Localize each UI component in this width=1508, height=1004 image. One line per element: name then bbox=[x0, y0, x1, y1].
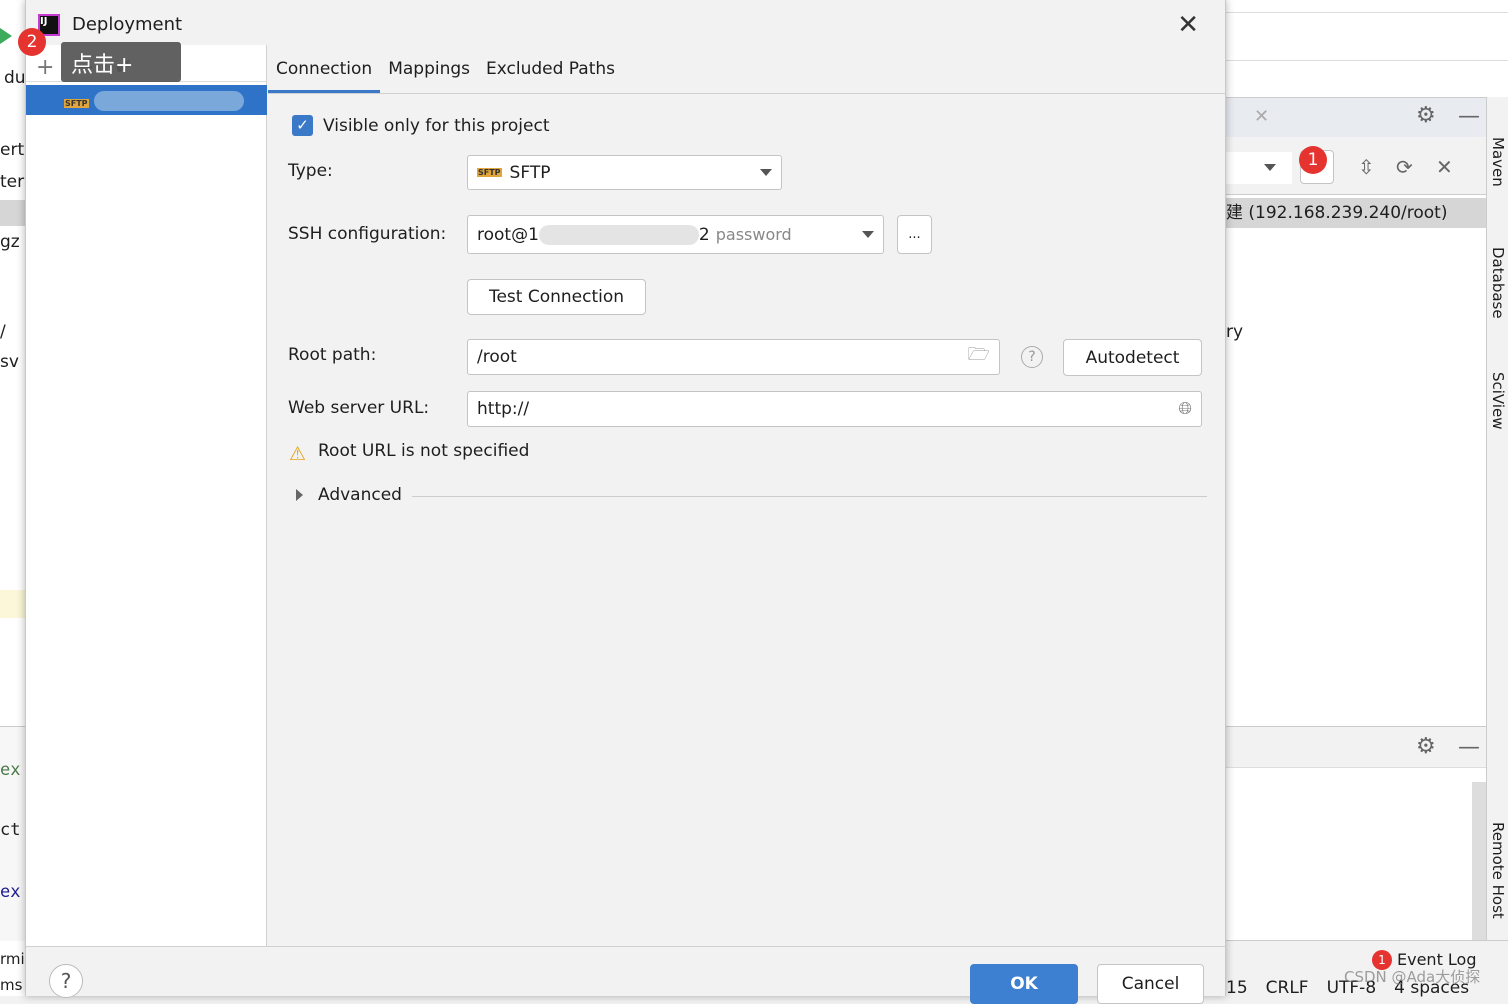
root-path-input[interactable]: /root 🗁 bbox=[467, 339, 1000, 375]
advanced-toggle[interactable]: Advanced bbox=[318, 485, 402, 505]
side-tab-maven[interactable]: Maven bbox=[1489, 137, 1507, 187]
help-button[interactable]: ? bbox=[49, 964, 83, 998]
sftp-icon: SFTP bbox=[477, 168, 502, 177]
expand-arrow-icon[interactable] bbox=[296, 489, 303, 501]
server-list-pane: + − ✔ SFTP bbox=[26, 45, 267, 946]
close-icon[interactable]: ✕ bbox=[1436, 155, 1453, 179]
ssh-config-select[interactable]: root@1 2 password bbox=[467, 215, 884, 254]
status-line-ending[interactable]: CRLF bbox=[1266, 978, 1309, 998]
autodetect-button[interactable]: Autodetect bbox=[1063, 339, 1202, 376]
sftp-icon: SFTP bbox=[64, 99, 89, 108]
ssh-suffix: 2 bbox=[698, 224, 710, 245]
close-dialog-icon[interactable]: ✕ bbox=[1177, 10, 1199, 40]
root-path-label: Root path: bbox=[288, 345, 377, 365]
text-fragment: ry bbox=[1226, 322, 1244, 342]
text-fragment: ms bbox=[0, 976, 23, 994]
dialog-title: Deployment bbox=[72, 14, 183, 35]
deployment-dialog: IJ ✕ + − ✔ SFTP 2 点击+ Deployment Connect… bbox=[18, 0, 1226, 1004]
tooltip: 点击+ bbox=[61, 42, 181, 82]
ssh-auth: password bbox=[715, 225, 792, 244]
line-highlight bbox=[0, 590, 25, 618]
code-fragment: ex bbox=[0, 882, 21, 902]
minimize-icon[interactable]: — bbox=[1458, 735, 1480, 760]
help-icon[interactable]: ? bbox=[1021, 346, 1043, 368]
web-server-url-label: Web server URL: bbox=[288, 398, 430, 418]
root-path-value: /root bbox=[477, 347, 517, 367]
side-tab-sciview[interactable]: SciView bbox=[1489, 372, 1507, 430]
type-value: SFTP bbox=[509, 162, 551, 183]
visible-only-checkbox[interactable]: ✓ bbox=[292, 115, 313, 136]
remote-host-entry[interactable]: 建 (192.168.239.240/root) bbox=[1226, 198, 1486, 228]
scrollbar[interactable] bbox=[1472, 782, 1486, 940]
tab-bar: Connection Mappings Excluded Paths bbox=[268, 55, 1226, 94]
text-fragment: / bbox=[0, 322, 6, 342]
annotation-badge-2: 2 bbox=[18, 28, 46, 56]
add-server-button[interactable]: + bbox=[36, 55, 54, 80]
ssh-value: root@1 bbox=[477, 224, 539, 245]
side-tool-strip: Maven Database SciView Remote Host bbox=[1486, 97, 1508, 940]
cancel-button[interactable]: Cancel bbox=[1097, 964, 1204, 1004]
collapse-icon[interactable]: ⇳ bbox=[1358, 155, 1375, 179]
redacted-host bbox=[538, 224, 699, 245]
minimize-icon[interactable]: — bbox=[1458, 104, 1480, 129]
text-fragment: sv bbox=[0, 352, 19, 372]
ide-editor-background: du ert ter gz / sv ex ct ex rmi ms bbox=[0, 0, 25, 996]
row-highlight bbox=[0, 200, 25, 226]
type-label: Type: bbox=[288, 161, 333, 181]
text-fragment: gz bbox=[0, 232, 20, 252]
globe-icon[interactable]: 🌐︎ bbox=[1178, 399, 1192, 419]
gear-icon[interactable]: ⚙ bbox=[1416, 103, 1436, 128]
refresh-icon[interactable]: ⟳ bbox=[1396, 155, 1413, 179]
warning-icon: ⚠ bbox=[289, 443, 307, 465]
type-select[interactable]: SFTP SFTP bbox=[467, 155, 782, 190]
watermark: CSDN @Ada大侦探 bbox=[1344, 968, 1481, 986]
web-server-url-input[interactable]: http:// 🌐︎ bbox=[467, 391, 1202, 427]
warning-text: Root URL is not specified bbox=[318, 441, 530, 461]
tab-connection[interactable]: Connection bbox=[268, 55, 381, 93]
tab-excluded-paths[interactable]: Excluded Paths bbox=[478, 55, 623, 93]
url-value: http:// bbox=[477, 399, 530, 419]
side-tab-remote-host[interactable]: Remote Host bbox=[1489, 822, 1507, 919]
tab-mappings[interactable]: Mappings bbox=[380, 55, 478, 93]
gear-icon[interactable]: ⚙ bbox=[1416, 734, 1436, 759]
divider bbox=[412, 496, 1207, 497]
ssh-config-label: SSH configuration: bbox=[288, 224, 447, 244]
ssh-config-more-button[interactable]: ... bbox=[897, 215, 932, 254]
text-fragment: ter bbox=[0, 172, 25, 192]
annotation-badge-1: 1 bbox=[1299, 146, 1327, 174]
text-fragment: du bbox=[4, 68, 25, 88]
visible-only-label: Visible only for this project bbox=[323, 116, 550, 136]
ok-button[interactable]: OK bbox=[970, 964, 1078, 1004]
redacted-name bbox=[94, 91, 244, 111]
code-fragment: ex bbox=[0, 760, 21, 780]
folder-icon[interactable]: 🗁 bbox=[968, 342, 990, 372]
test-connection-button[interactable]: Test Connection bbox=[467, 279, 646, 315]
server-select[interactable] bbox=[1226, 152, 1292, 184]
server-list-item[interactable]: SFTP bbox=[26, 85, 267, 115]
remote-host-panel: ✕ ⚙ — ... 1 ⇳ ⟳ ✕ 建 (192.168.239.240/roo… bbox=[1226, 0, 1508, 998]
close-tab-icon[interactable]: ✕ bbox=[1254, 106, 1269, 127]
run-icon[interactable] bbox=[0, 28, 12, 44]
code-fragment: ct bbox=[0, 820, 21, 840]
text-fragment: rmi bbox=[0, 950, 25, 968]
side-tab-database[interactable]: Database bbox=[1489, 247, 1507, 319]
text-fragment: ert bbox=[0, 140, 25, 160]
status-line[interactable]: 15 bbox=[1226, 978, 1248, 998]
